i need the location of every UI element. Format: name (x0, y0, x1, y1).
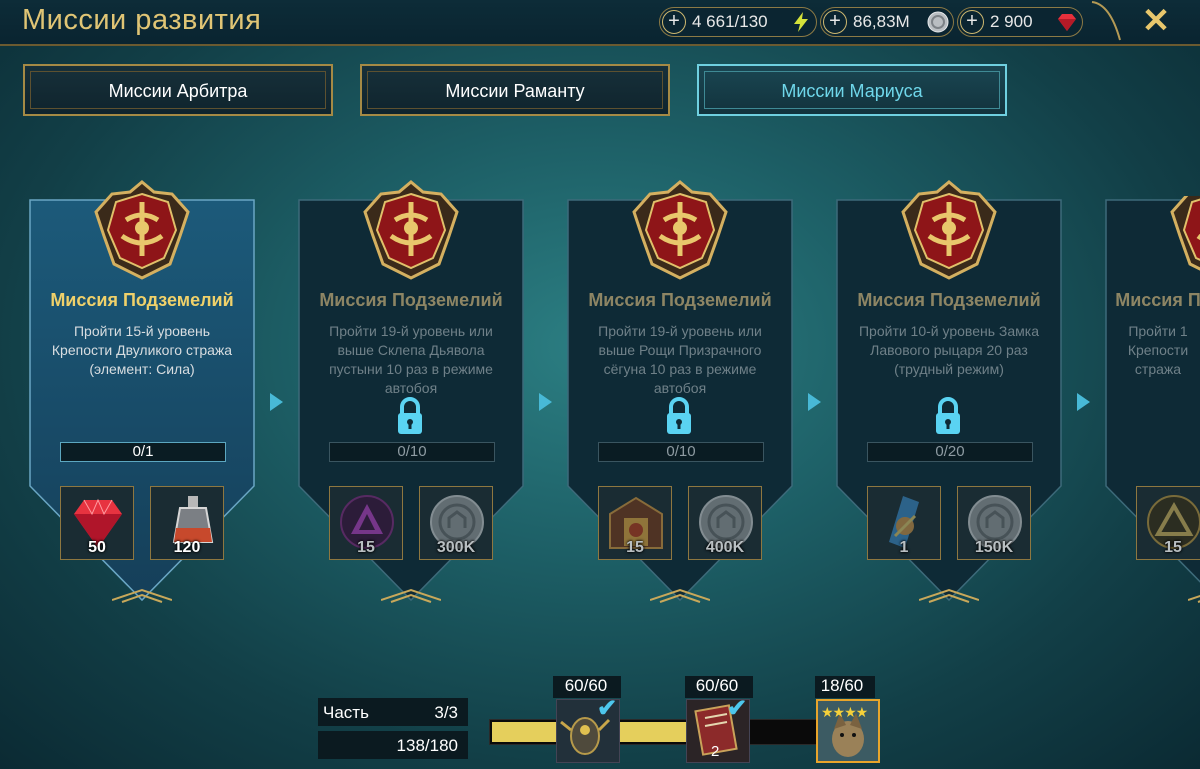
chest-2-qty: 2 (711, 743, 720, 760)
dungeon-emblem-icon (361, 180, 461, 280)
corner-ornament (1091, 1, 1121, 41)
mission-title: Миссия Подземелий (588, 290, 772, 310)
reward-item[interactable]: 120 (150, 486, 224, 560)
mission-card[interactable]: Миссия Подземелий Пройти 19-й уровень или… (560, 180, 800, 608)
part-value: 3/3 (434, 703, 458, 722)
energy-resource[interactable]: + 4 661/130 (659, 7, 817, 37)
dungeon-emblem-icon (1168, 196, 1200, 280)
lock-icon (667, 397, 691, 434)
claimed-check-icon: ✔ (727, 695, 748, 722)
next-arrow-icon (808, 393, 821, 411)
card-bottom-ornament (919, 588, 979, 603)
card-bottom-ornament (112, 588, 172, 603)
card-bottom-ornament (381, 588, 441, 603)
mission-title: Миссия Подземелий (50, 290, 234, 310)
points-value: 138/180 (396, 736, 458, 755)
add-silver-button[interactable]: + (823, 10, 847, 34)
next-arrow-icon (539, 393, 552, 411)
reward-quantity: 400K (705, 539, 745, 556)
reward-chest-2[interactable]: ✔ 2 (686, 695, 750, 763)
mission-description: Пройти 15-й уровень Крепости Двуликого с… (51, 323, 233, 377)
mission-card[interactable]: Миссия Подземелий Пройти 10-й уровень Зам… (829, 180, 1069, 608)
reward-chest-1[interactable]: ✔ (556, 695, 620, 763)
reward-quantity: 300K (436, 539, 476, 556)
tab-label: Миссии Арбитра (108, 81, 248, 101)
card-bottom-ornament (650, 588, 710, 603)
overall-progress-bar (489, 719, 821, 745)
add-energy-button[interactable]: + (662, 10, 686, 34)
reward-quantity: 15 (357, 539, 375, 556)
lock-icon (398, 397, 422, 434)
page-title: Миссии развития (22, 4, 262, 36)
mission-description: Пройти 19-й уровень или выше Склепа Дьяв… (329, 323, 493, 396)
reward-quantity: 15 (626, 539, 644, 556)
gems-resource[interactable]: + 2 900 (957, 7, 1083, 37)
chest-2-count: 60/60 (695, 676, 739, 695)
mission-description: Пройти 1 Крепости стража (1127, 323, 1189, 377)
ruby-gem-icon (1058, 14, 1076, 31)
mission-title: Миссия П (1115, 290, 1200, 310)
mission-description: Пройти 19-й уровень или выше Рощи Призра… (598, 323, 762, 396)
lock-icon (936, 397, 960, 434)
part-indicator: Часть 3/3 (318, 698, 468, 726)
mission-progress: 0/10 (598, 442, 764, 462)
energy-value: 4 661/130 (692, 12, 768, 31)
top-bar: Миссии развития + 4 661/130 + 86,83M + 2… (0, 0, 1200, 46)
mission-title: Миссия Подземелий (319, 290, 503, 310)
next-arrow-icon (1077, 393, 1090, 411)
reward-quantity: 120 (173, 539, 201, 556)
lightning-icon (794, 12, 808, 32)
silver-value: 86,83M (853, 12, 910, 31)
tab-ramantu-missions[interactable]: Миссии Раманту (360, 64, 670, 116)
dungeon-emblem-icon (899, 180, 999, 280)
reward-quantity: 1 (899, 539, 909, 556)
next-arrow-icon (270, 393, 283, 411)
reward-item[interactable]: 15 (1136, 486, 1200, 560)
chest-3-count: 18/60 (820, 676, 864, 695)
tab-marius-missions[interactable]: Миссии Мариуса (697, 64, 1007, 116)
mission-progress: 0/10 (329, 442, 495, 462)
reward-quantity: 50 (88, 539, 106, 556)
mission-card[interactable]: Миссия Подземелий Пройти 19-й уровень или… (291, 180, 531, 608)
gems-value: 2 900 (990, 12, 1033, 31)
mission-title: Миссия Подземелий (857, 290, 1041, 310)
reward-quantity: 150K (974, 539, 1014, 556)
dungeon-emblem-icon (92, 180, 192, 280)
mission-card[interactable]: Миссия Подземелий Пройти 15-й уровень Кре… (22, 180, 262, 608)
add-gems-button[interactable]: + (960, 10, 984, 34)
reward-chest-3[interactable]: ★★★★ (816, 699, 880, 763)
reward-item[interactable]: 150K (957, 486, 1031, 560)
reward-item[interactable]: 1 (867, 486, 941, 560)
mission-progress: 0/20 (867, 442, 1033, 462)
reward-quantity: 15 (1164, 539, 1182, 556)
reward-item[interactable]: 15 (598, 486, 672, 560)
mission-description: Пройти 10-й уровень Замка Лавового рыцар… (858, 323, 1039, 377)
points-indicator: 138/180 (318, 731, 468, 759)
dungeon-emblem-icon (630, 180, 730, 280)
card-bottom-ornament (1188, 594, 1200, 603)
silver-resource[interactable]: + 86,83M (820, 7, 954, 37)
tab-label: Миссии Раманту (445, 81, 585, 101)
part-label: Часть (323, 703, 369, 722)
reward-item[interactable]: 15 (329, 486, 403, 560)
silver-coin-icon (927, 11, 949, 33)
mission-card[interactable]: Миссия П Пройти 1 Крепости стража 15 (1098, 196, 1200, 608)
chest-1-count: 60/60 (564, 676, 608, 695)
reward-item[interactable]: 50 (60, 486, 134, 560)
mission-progress: 0/1 (60, 442, 226, 462)
claimed-check-icon: ✔ (597, 695, 618, 722)
tab-label: Миссии Мариуса (781, 81, 923, 101)
reward-item[interactable]: 300K (419, 486, 493, 560)
reward-item[interactable]: 400K (688, 486, 762, 560)
close-button[interactable]: ✕ (1136, 2, 1176, 40)
tab-arbiter-missions[interactable]: Миссии Арбитра (23, 64, 333, 116)
four-stars-icon: ★★★★ (821, 704, 868, 720)
